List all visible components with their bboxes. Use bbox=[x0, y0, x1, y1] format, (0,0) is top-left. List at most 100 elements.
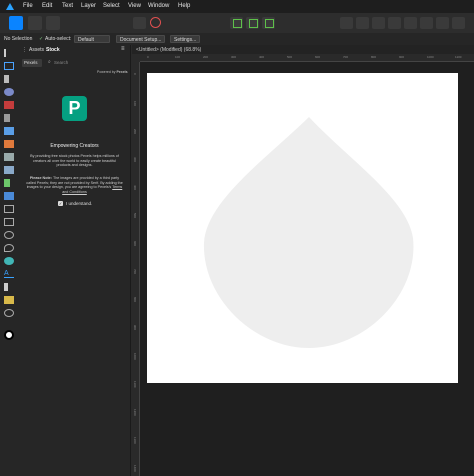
panel-note: Please Note: The images are provided by … bbox=[26, 176, 123, 194]
frame-text-icon[interactable] bbox=[4, 283, 8, 291]
menu-bar: File Edit Text Layer Select View Window … bbox=[0, 0, 474, 13]
transform-icon[interactable] bbox=[436, 17, 449, 29]
auto-select-check-icon[interactable]: ✓ bbox=[39, 36, 43, 42]
node-tool-icon[interactable] bbox=[4, 75, 9, 83]
h-ruler-tick: 500 bbox=[287, 55, 293, 59]
note-label: Please Note: bbox=[29, 176, 52, 180]
menu-edit[interactable]: Edit bbox=[42, 3, 52, 9]
rectangle-frame-icon[interactable] bbox=[4, 218, 14, 226]
table-tool-icon[interactable] bbox=[4, 257, 14, 265]
settings-button[interactable]: Settings... bbox=[170, 35, 201, 43]
v-ruler-tick: 1000 bbox=[133, 353, 137, 360]
pexels-logo-icon: P bbox=[62, 96, 87, 121]
document-page[interactable] bbox=[147, 73, 458, 383]
horizontal-ruler: 0 100 200 300 400 500 600 700 800 900 1000 1100 bbox=[140, 54, 474, 62]
align-left-icon[interactable] bbox=[340, 17, 353, 29]
tab-stock[interactable]: Stock bbox=[46, 47, 60, 53]
vector-brush-icon[interactable] bbox=[4, 179, 10, 187]
understand-checkbox[interactable]: ✓ bbox=[58, 201, 63, 206]
v-ruler-tick: 1100 bbox=[133, 381, 137, 388]
arrange-back-icon[interactable] bbox=[404, 17, 417, 29]
panel-arrow-icon: ⋮ bbox=[22, 47, 27, 53]
vertical-ruler: 0 100 200 300 400 500 600 700 800 900 1000 1100 1200… bbox=[132, 62, 140, 476]
snapping-grid-icon[interactable] bbox=[246, 17, 259, 29]
v-ruler-tick: 400 bbox=[133, 185, 137, 191]
v-ruler-tick: 300 bbox=[133, 157, 137, 163]
fill-color-swatch[interactable] bbox=[4, 330, 14, 340]
h-ruler-tick: 1100 bbox=[455, 55, 462, 59]
v-ruler-tick: 1200 bbox=[133, 409, 137, 416]
menu-help[interactable]: Help bbox=[178, 3, 190, 9]
publisher-persona-icon[interactable] bbox=[9, 16, 23, 30]
frame-tool-icon[interactable] bbox=[4, 62, 14, 70]
document-title: <Untitled> (Modified) (68.8%) bbox=[136, 47, 202, 53]
v-ruler-tick: 900 bbox=[133, 325, 137, 331]
menu-file[interactable]: File bbox=[23, 3, 33, 9]
photo-persona-icon[interactable] bbox=[46, 16, 60, 30]
affinity-publisher-logo-icon bbox=[6, 3, 14, 10]
v-ruler-tick: 1300 bbox=[133, 437, 137, 444]
fill-bucket-icon[interactable] bbox=[4, 153, 14, 161]
tools-panel: A bbox=[0, 45, 18, 476]
h-ruler-tick: 600 bbox=[315, 55, 321, 59]
align-right-icon[interactable] bbox=[372, 17, 385, 29]
v-ruler-tick: 100 bbox=[133, 101, 137, 107]
panel-description: By providing free stock photos Pexels he… bbox=[30, 154, 119, 168]
document-setup-button[interactable]: Document Setup... bbox=[116, 35, 166, 43]
teardrop-shape[interactable] bbox=[203, 117, 414, 348]
designer-persona-icon[interactable] bbox=[28, 16, 42, 30]
source-dropdown[interactable]: Pexels bbox=[22, 59, 42, 67]
menu-text[interactable]: Text bbox=[62, 3, 73, 9]
menu-window[interactable]: Window bbox=[148, 3, 169, 9]
tab-assets[interactable]: Assets bbox=[29, 47, 44, 53]
v-ruler-tick: 1400 bbox=[133, 465, 137, 472]
align-center-icon[interactable] bbox=[356, 17, 369, 29]
arrange-front-icon[interactable] bbox=[420, 17, 433, 29]
drop-shape[interactable] bbox=[147, 73, 458, 383]
preflight-icon[interactable] bbox=[133, 17, 146, 29]
menu-select[interactable]: Select bbox=[103, 3, 120, 9]
snapping-guides-icon[interactable] bbox=[262, 17, 275, 29]
snapping-icon[interactable] bbox=[230, 17, 243, 29]
v-ruler-tick: 500 bbox=[133, 213, 137, 219]
arrange-icon[interactable] bbox=[388, 17, 401, 29]
insert-icon[interactable] bbox=[452, 17, 465, 29]
h-ruler-tick: 1000 bbox=[427, 55, 434, 59]
menu-layer[interactable]: Layer bbox=[81, 3, 96, 9]
v-ruler-tick: 0 bbox=[133, 73, 137, 75]
v-ruler-tick: 600 bbox=[133, 241, 137, 247]
h-ruler-tick: 300 bbox=[231, 55, 237, 59]
shape-tool-icon[interactable] bbox=[4, 244, 14, 252]
color-picker-icon[interactable] bbox=[4, 88, 14, 96]
source-dropdown-value: Pexels bbox=[24, 60, 38, 65]
h-ruler-tick: 100 bbox=[175, 55, 181, 59]
document-tab[interactable]: <Untitled> (Modified) (68.8%) bbox=[132, 45, 474, 54]
h-ruler-tick: 400 bbox=[259, 55, 265, 59]
measure-tool-icon[interactable] bbox=[4, 296, 14, 304]
transparency-tool-icon[interactable] bbox=[4, 166, 14, 174]
zoom-tool-icon[interactable] bbox=[4, 309, 14, 317]
settings-warning-icon[interactable] bbox=[150, 17, 161, 28]
h-ruler-tick: 700 bbox=[343, 55, 349, 59]
h-ruler-tick: 0 bbox=[147, 55, 149, 59]
v-ruler-tick: 200 bbox=[133, 129, 137, 135]
h-ruler-tick: 900 bbox=[399, 55, 405, 59]
artistic-text-icon[interactable]: A bbox=[4, 270, 14, 278]
search-input[interactable]: Search bbox=[54, 60, 68, 65]
powered-by-label: Powered by Pexels bbox=[97, 70, 128, 74]
crop-tool-icon[interactable] bbox=[4, 205, 14, 213]
stock-panel: ⋮ Assets Stock ≡ Pexels ⌕ Search Powered… bbox=[18, 45, 131, 476]
ellipse-tool-icon[interactable] bbox=[4, 231, 14, 239]
place-image-icon[interactable] bbox=[4, 192, 14, 200]
panel-menu-icon[interactable]: ≡ bbox=[121, 46, 125, 52]
v-ruler-tick: 800 bbox=[133, 297, 137, 303]
v-ruler-tick: 700 bbox=[133, 269, 137, 275]
pen-tool-icon[interactable] bbox=[4, 114, 10, 122]
fill-tool-icon[interactable] bbox=[4, 101, 14, 109]
brush-tool-icon[interactable] bbox=[4, 140, 14, 148]
pencil-tool-icon[interactable] bbox=[4, 127, 14, 135]
move-tool-icon[interactable] bbox=[4, 49, 14, 57]
menu-view[interactable]: View bbox=[128, 3, 141, 9]
context-toolbar: No Selection ✓ Auto-select: Default Docu… bbox=[0, 33, 474, 45]
auto-select-dropdown[interactable]: Default bbox=[74, 35, 110, 43]
